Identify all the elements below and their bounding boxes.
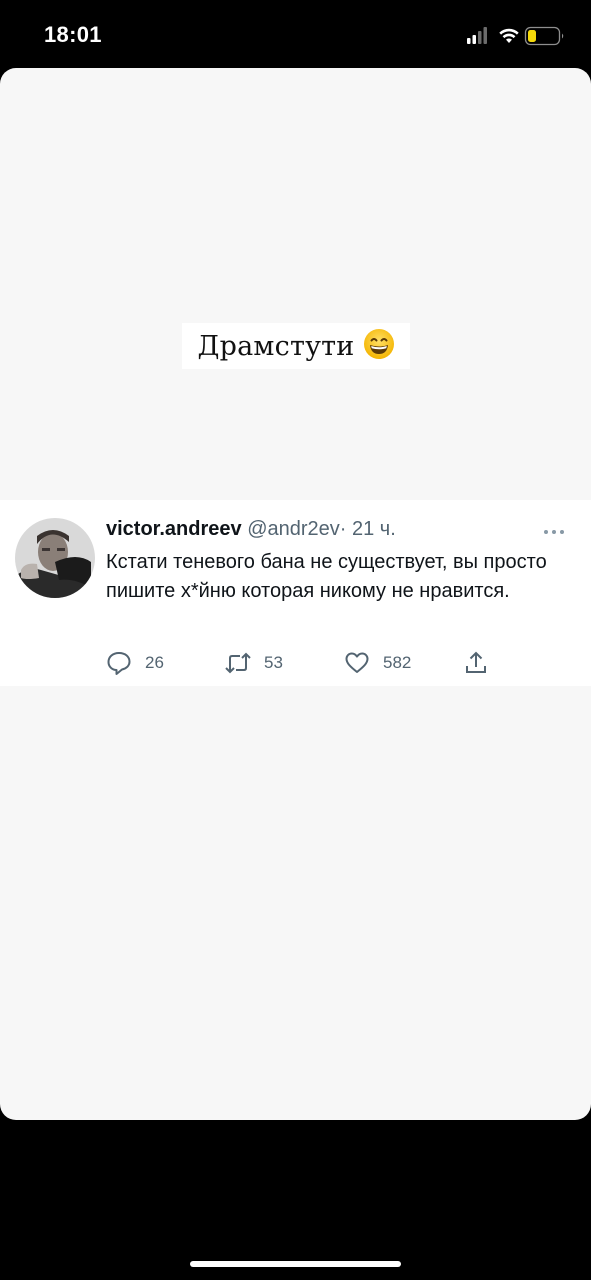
more-options-icon[interactable] (543, 522, 565, 534)
grinning-face-emoji-icon (363, 328, 395, 365)
reply-button[interactable]: 26 (106, 650, 164, 676)
status-time: 18:01 (44, 22, 102, 47)
retweet-icon (225, 652, 251, 674)
tweet-actions: 26 53 582 (106, 650, 506, 676)
tweet-header: victor.andreev @andr2ev· 21 ч. (106, 518, 396, 541)
share-icon (466, 651, 486, 673)
home-indicator[interactable] (190, 1261, 401, 1267)
story-caption: Драмстути (182, 323, 410, 369)
like-count: 582 (383, 653, 412, 672)
wifi-icon (499, 28, 519, 43)
retweet-count: 53 (264, 653, 283, 672)
retweet-button[interactable]: 53 (225, 650, 283, 676)
signal-icon (467, 27, 487, 44)
tweet-text: Кстати теневого бана не существует, вы п… (106, 551, 547, 602)
reply-count: 26 (145, 653, 164, 672)
like-button[interactable]: 582 (344, 650, 411, 676)
tweet-time[interactable]: 21 ч. (352, 518, 396, 540)
tweet-card[interactable]: victor.andreev @andr2ev· 21 ч. Кстати те… (0, 500, 591, 686)
battery-icon (524, 26, 564, 46)
status-bar: 18:01 (0, 0, 591, 68)
caption-text: Драмстути (197, 330, 355, 362)
story-card[interactable]: Драмстути victor.andreev @andr2ev· 21 ч.… (0, 68, 591, 1120)
heart-icon (345, 652, 369, 673)
status-icons (467, 24, 567, 48)
avatar[interactable] (15, 518, 95, 598)
author-handle[interactable]: @andr2ev (247, 518, 340, 540)
separator-dot: · (339, 518, 347, 540)
reply-icon (107, 652, 131, 675)
author-name[interactable]: victor.andreev (106, 518, 242, 540)
share-button[interactable] (463, 650, 502, 676)
